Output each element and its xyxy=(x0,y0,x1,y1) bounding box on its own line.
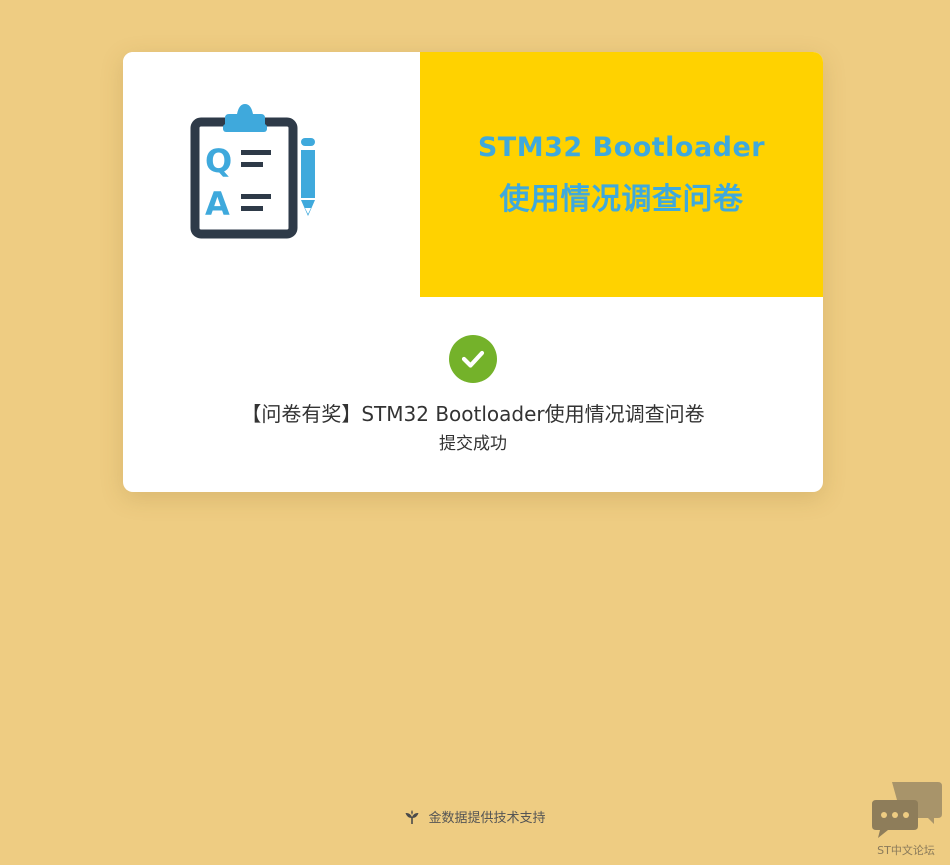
svg-text:Q: Q xyxy=(205,142,232,180)
check-circle-icon xyxy=(449,335,497,383)
qa-clipboard-icon: Q A xyxy=(190,104,315,239)
survey-title: 【问卷有奖】STM32 Bootloader使用情况调查问卷 xyxy=(241,402,705,426)
svg-text:A: A xyxy=(205,185,230,223)
success-area: 【问卷有奖】STM32 Bootloader使用情况调查问卷 提交成功 xyxy=(123,335,823,456)
banner-title-line2: 使用情况调查问卷 xyxy=(499,182,744,217)
check-mark xyxy=(461,350,485,368)
banner-right: STM32 Bootloader 使用情况调查问卷 xyxy=(420,52,823,297)
powered-by-link[interactable]: 金数据提供技术支持 xyxy=(428,807,545,826)
forum-label: ST中文论坛 xyxy=(877,844,935,857)
chat-bubbles-icon xyxy=(872,782,942,838)
banner-left: Q A xyxy=(123,52,420,297)
forum-chat-widget[interactable]: ST中文论坛 xyxy=(866,780,946,860)
result-card: Q A STM32 Bootloader 使用情况调查问卷 【问卷有奖】STM3… xyxy=(123,52,823,492)
page: Q A STM32 Bootloader 使用情况调查问卷 【问卷有奖】STM3… xyxy=(0,0,950,865)
footer: 金数据提供技术支持 xyxy=(0,807,950,826)
banner-title-line1: STM32 Bootloader xyxy=(477,132,766,163)
submit-status: 提交成功 xyxy=(439,434,507,454)
sprout-icon xyxy=(404,809,420,825)
survey-banner: Q A STM32 Bootloader 使用情况调查问卷 xyxy=(123,52,823,297)
